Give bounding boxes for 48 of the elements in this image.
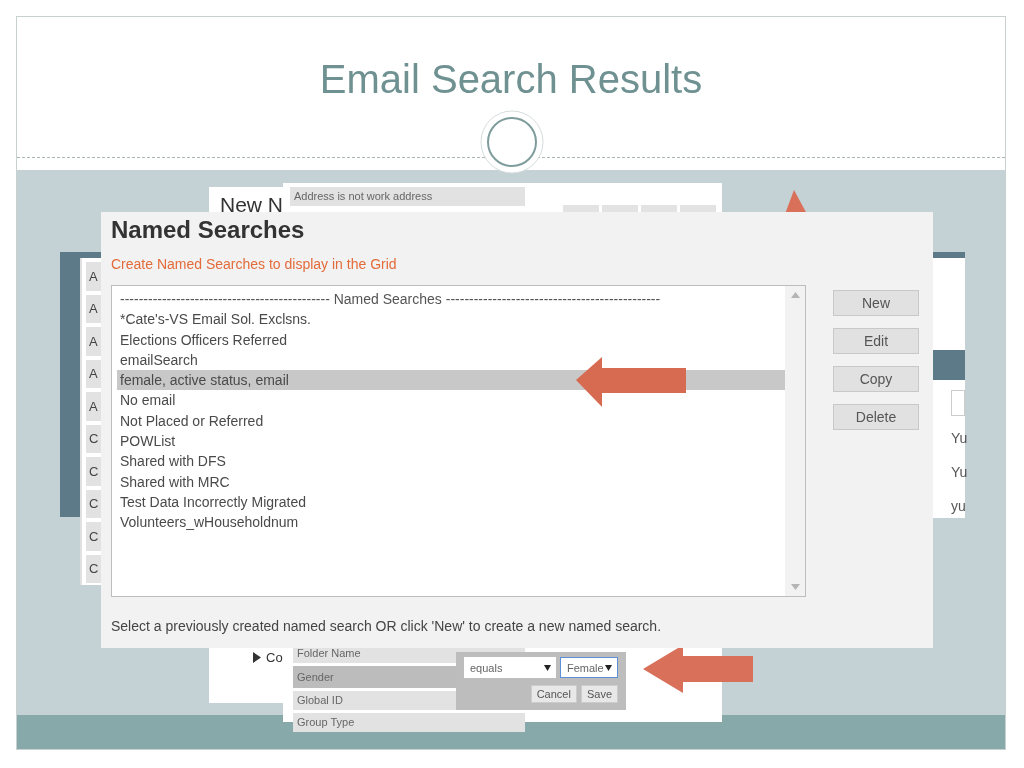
operator-dropdown[interactable]: equals bbox=[464, 657, 556, 678]
expand-arrow-icon[interactable] bbox=[253, 652, 261, 663]
action-button[interactable]: New bbox=[833, 290, 919, 316]
scrollbar[interactable] bbox=[785, 286, 805, 596]
dialog-title: Named Searches bbox=[111, 215, 306, 245]
slide-title: Email Search Results bbox=[319, 56, 703, 103]
table-cell: C bbox=[86, 554, 101, 583]
grid-header bbox=[933, 350, 965, 380]
list-item[interactable]: Volunteers_wHouseholdnum bbox=[117, 512, 785, 533]
list-header: --------------------------------------------- Named Searches ---------------------------------------------- bbox=[119, 290, 662, 309]
table-cell: A bbox=[86, 327, 101, 356]
list-item[interactable]: No email bbox=[117, 390, 785, 411]
caret-icon bbox=[544, 664, 551, 671]
caret-icon bbox=[605, 664, 612, 671]
table-cell-text: yu bbox=[951, 497, 967, 516]
panel-title: New N bbox=[220, 193, 283, 217]
table-cell: A bbox=[86, 392, 101, 421]
scroll-up-icon[interactable] bbox=[790, 292, 800, 298]
field-row[interactable]: Address is not work address bbox=[290, 187, 525, 206]
value-dropdown[interactable]: Female bbox=[560, 657, 618, 678]
list-item[interactable]: *Cate's-VS Email Sol. Exclsns. bbox=[117, 309, 785, 330]
list-item[interactable]: Test Data Incorrectly Migrated bbox=[117, 491, 785, 513]
list-item[interactable]: Shared with DFS bbox=[117, 451, 785, 472]
action-button[interactable]: Edit bbox=[833, 328, 919, 354]
tree-item[interactable]: Co bbox=[266, 650, 283, 665]
table-cell: A bbox=[86, 294, 101, 323]
table-cell: C bbox=[86, 489, 101, 518]
table-cell: C bbox=[86, 457, 101, 486]
table-cell-text: Yu bbox=[951, 463, 969, 482]
field-row[interactable]: Group Type bbox=[293, 713, 525, 732]
list-item[interactable]: Shared with MRC bbox=[117, 471, 785, 492]
table-cell: C bbox=[86, 522, 101, 551]
list-item[interactable]: Not Placed or Referred bbox=[117, 410, 785, 432]
action-button[interactable]: Delete bbox=[833, 404, 919, 430]
list-item[interactable]: Elections Officers Referred bbox=[117, 329, 785, 350]
popover-button[interactable]: Cancel bbox=[530, 685, 577, 703]
table-cell: A bbox=[86, 359, 101, 388]
dialog-hint: Select a previously created named search OR click 'New' to create a new named search. bbox=[111, 617, 663, 636]
table-cell: C bbox=[86, 424, 101, 453]
dialog-subtitle: Create Named Searches to display in the Grid bbox=[111, 255, 398, 274]
popover-button[interactable]: Save bbox=[580, 685, 618, 703]
list-item[interactable]: emailSearch bbox=[117, 349, 785, 371]
scroll-down-icon[interactable] bbox=[790, 584, 800, 590]
table-cell-text: Yu bbox=[951, 429, 969, 448]
list-item[interactable]: POWList bbox=[117, 431, 785, 452]
filter-field[interactable] bbox=[951, 390, 965, 416]
table-cell: A bbox=[86, 262, 101, 291]
action-button[interactable]: Copy bbox=[833, 366, 919, 392]
